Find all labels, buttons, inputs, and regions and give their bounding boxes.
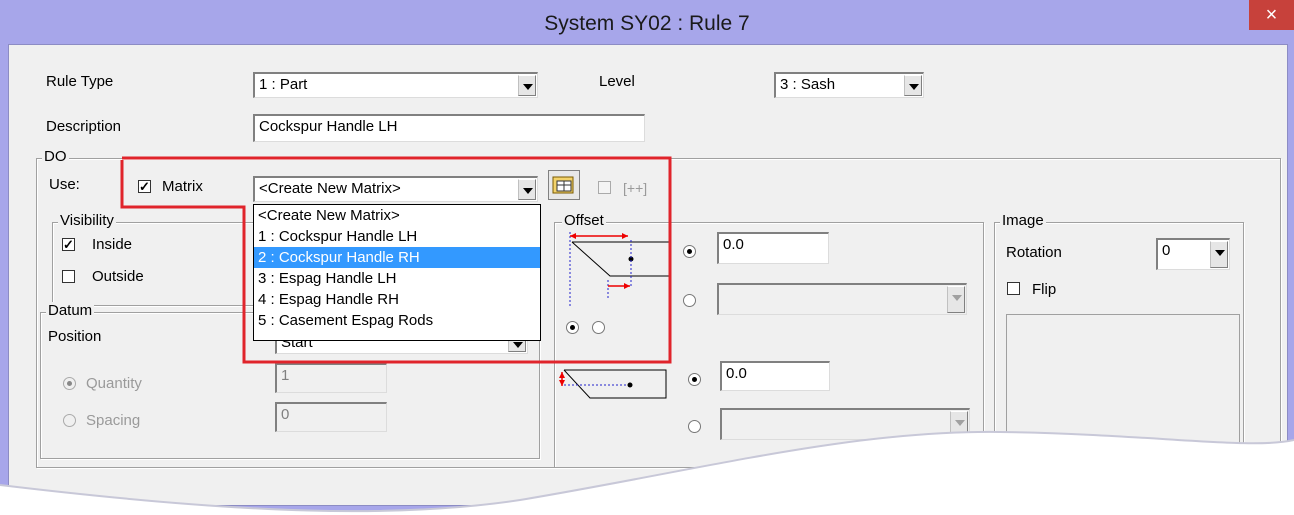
torn-edge-decoration bbox=[0, 430, 1294, 515]
